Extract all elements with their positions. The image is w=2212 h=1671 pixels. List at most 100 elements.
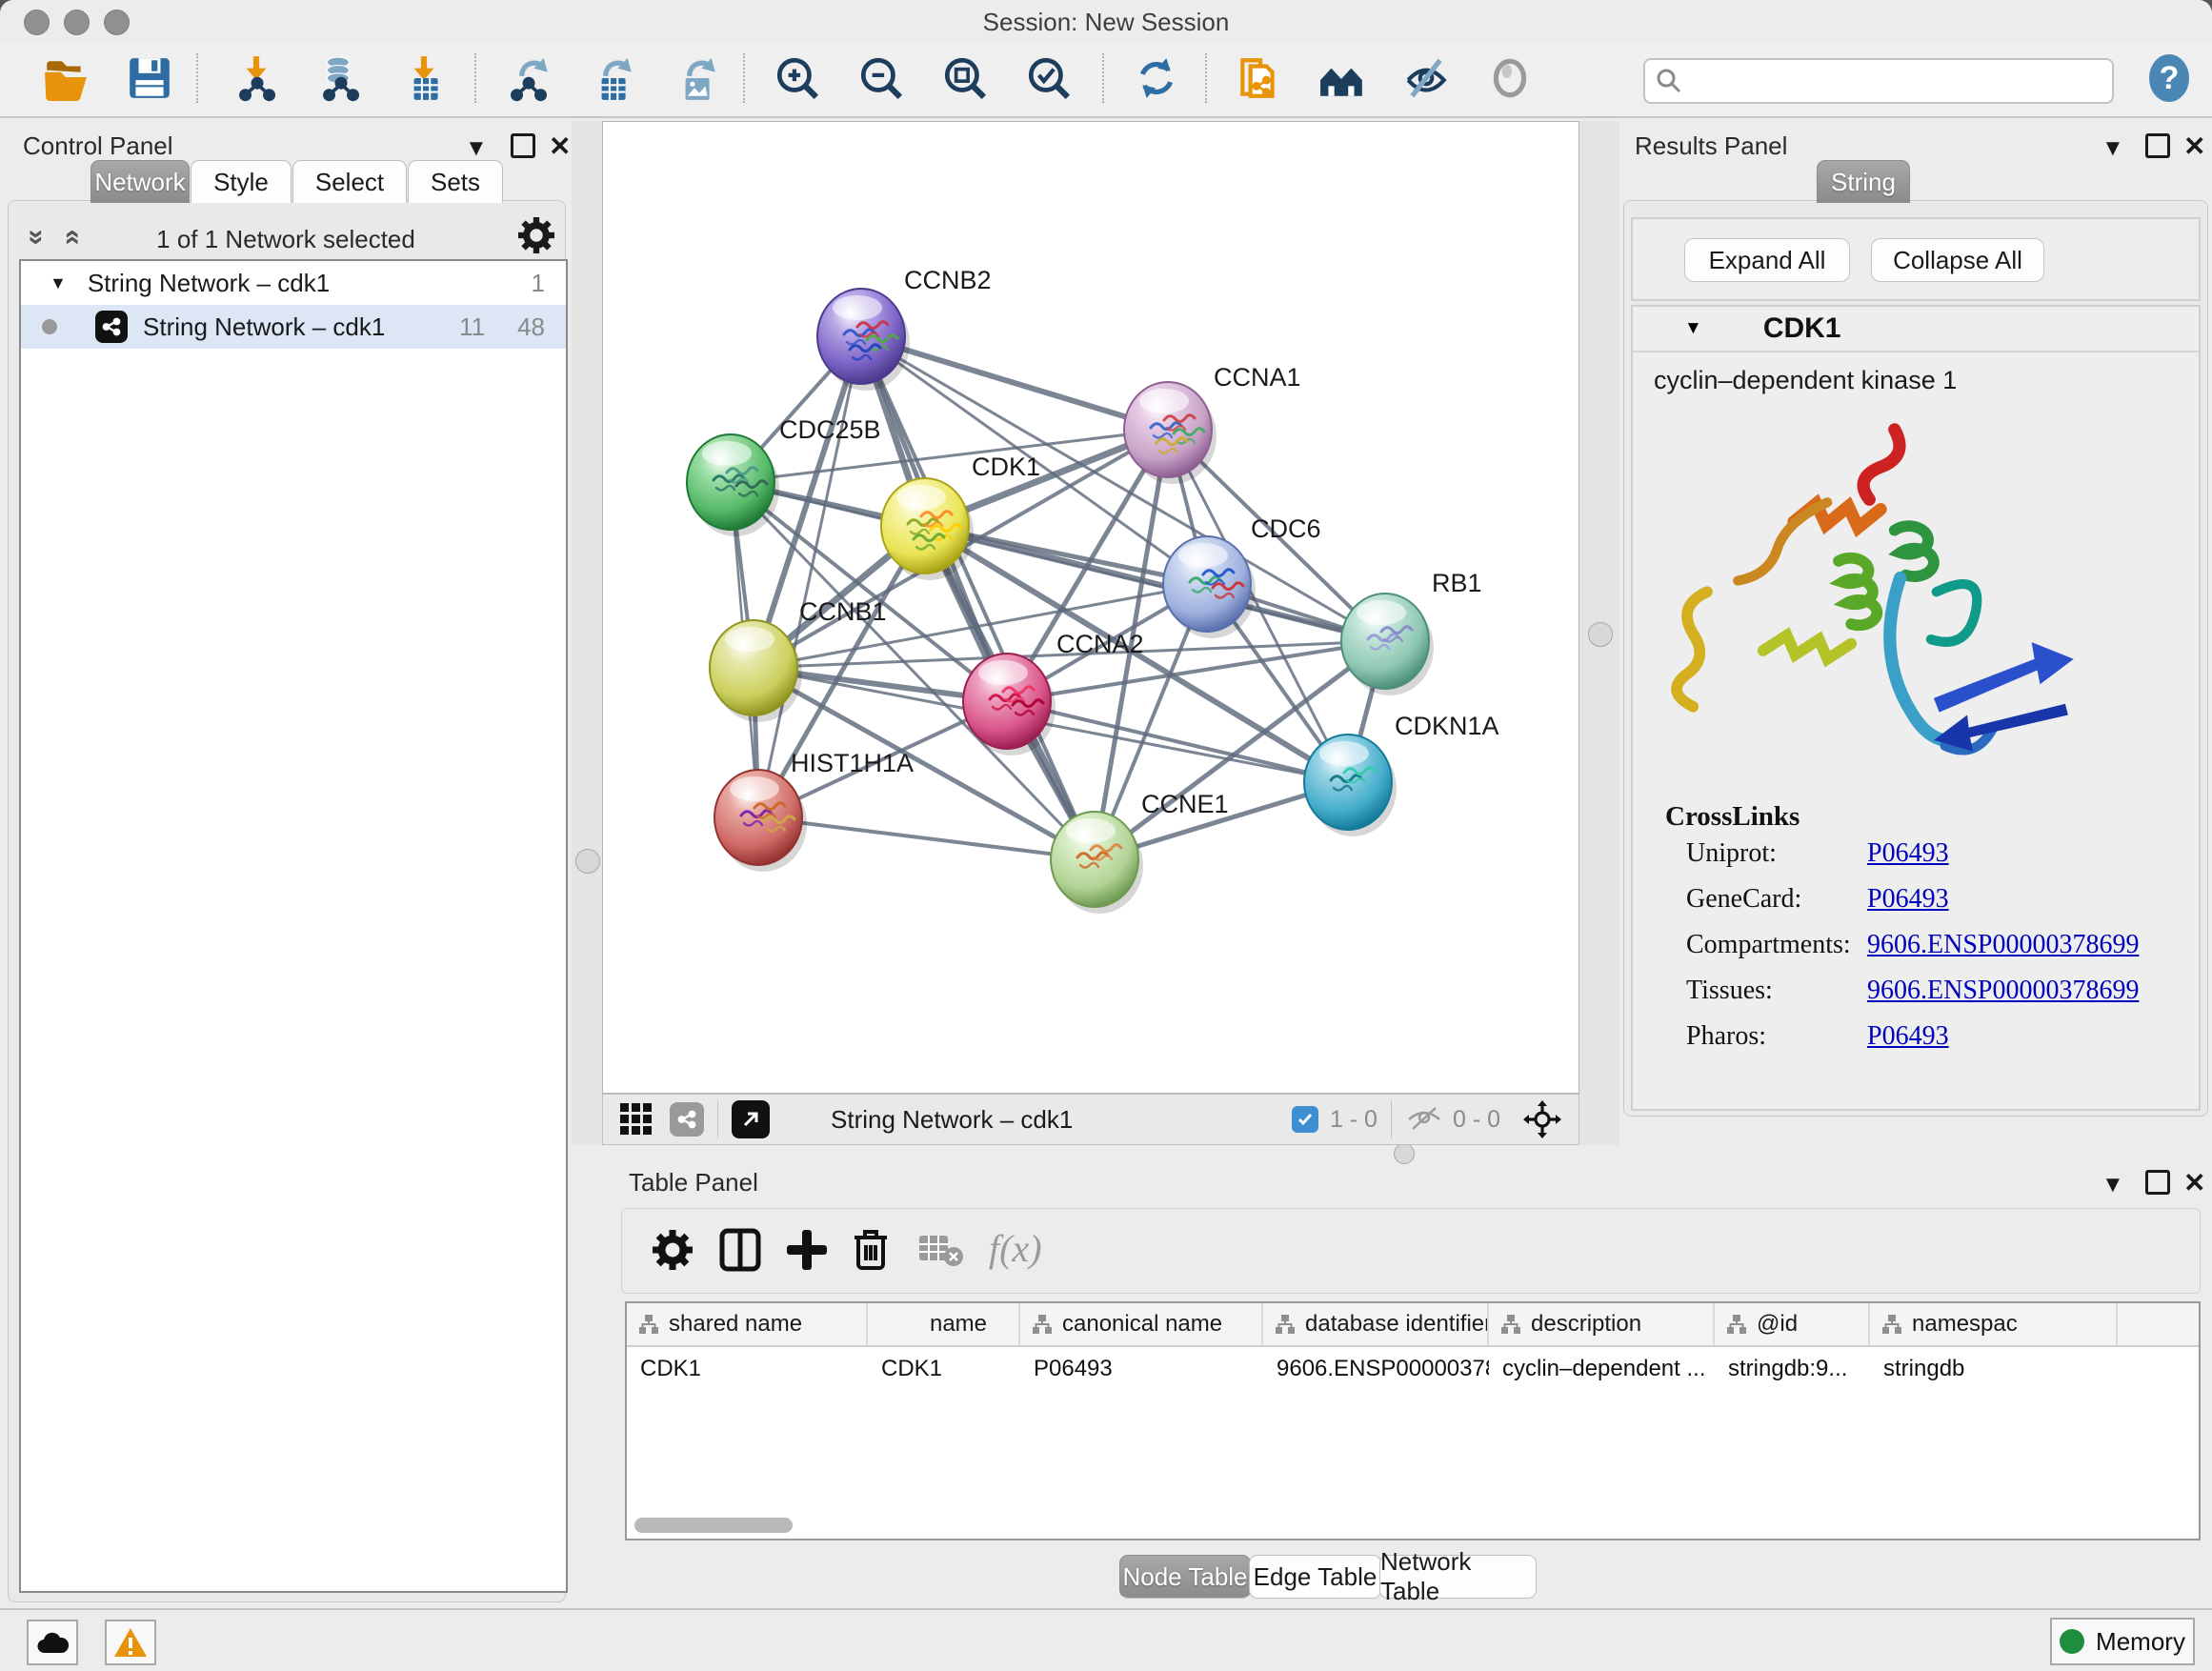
- table-panel-collapse-icon[interactable]: ▼: [2101, 1174, 2124, 1197]
- table-cell: stringdb:9...: [1715, 1347, 1870, 1390]
- search-input[interactable]: [1693, 67, 2112, 95]
- cloud-button[interactable]: [27, 1620, 78, 1665]
- warnings-button[interactable]: [105, 1620, 156, 1665]
- crosslink-link[interactable]: P06493: [1867, 838, 1949, 869]
- results-panel-float-button[interactable]: [2145, 133, 2170, 158]
- results-panel-close-button[interactable]: ✕: [2183, 133, 2205, 160]
- table-horizontal-scrollbar[interactable]: [634, 1518, 793, 1533]
- column-header-canonical-name[interactable]: canonical name: [1020, 1303, 1263, 1345]
- zoom-selected-icon[interactable]: [1021, 50, 1076, 107]
- delete-column-trash-icon[interactable]: [851, 1226, 891, 1272]
- toolbar-separator: [743, 53, 745, 103]
- help-button[interactable]: ?: [2142, 50, 2197, 107]
- control-panel-collapse-icon[interactable]: ▼: [465, 137, 488, 160]
- crosslink-link[interactable]: P06493: [1867, 884, 1949, 915]
- expand-all-button[interactable]: Expand All: [1684, 238, 1850, 282]
- left-splitter[interactable]: [572, 121, 602, 1145]
- results-panel-collapse-icon[interactable]: ▼: [2101, 137, 2124, 160]
- crosslink-link[interactable]: 9606.ENSP00000378699: [1867, 976, 2139, 1006]
- grid-view-icon[interactable]: [620, 1103, 653, 1136]
- crosslink-label: Compartments:: [1686, 930, 1867, 960]
- collapse-all-button[interactable]: Collapse All: [1871, 238, 2044, 282]
- zoom-in-icon[interactable]: [770, 50, 825, 107]
- crosslink-row: Uniprot:P06493: [1686, 838, 2199, 869]
- tab-sets[interactable]: Sets: [408, 160, 503, 203]
- import-table-file-icon[interactable]: [396, 50, 452, 107]
- protein-collapse-icon[interactable]: ▼: [1684, 318, 1702, 339]
- warning-icon: [112, 1626, 149, 1659]
- tab-network[interactable]: Network: [90, 160, 190, 203]
- eye-slash-pen-icon[interactable]: [1398, 50, 1454, 107]
- tab-string[interactable]: String: [1817, 160, 1910, 203]
- expand-all-tree-icon[interactable]: »: [54, 230, 87, 246]
- network-node-CCNB1[interactable]: CCNB1: [710, 597, 887, 722]
- zoom-fit-icon[interactable]: [937, 50, 993, 107]
- network-node-CCNE1[interactable]: CCNE1: [1051, 790, 1229, 914]
- tree-expand-icon[interactable]: ▼: [50, 273, 67, 293]
- collapse-all-tree-icon[interactable]: »: [20, 230, 52, 246]
- open-session-icon[interactable]: [38, 50, 93, 107]
- export-network-icon[interactable]: [500, 50, 555, 107]
- network-node-RB1[interactable]: RB1: [1341, 569, 1482, 695]
- results-panel-title: Results Panel: [1635, 131, 1787, 161]
- control-panel-float-button[interactable]: [511, 133, 535, 158]
- title-bar: Session: New Session: [0, 0, 2212, 42]
- tab-style[interactable]: Style: [191, 160, 292, 203]
- tab-edge-table[interactable]: Edge Table: [1249, 1555, 1381, 1599]
- eye-gray-icon[interactable]: [1482, 50, 1538, 107]
- houses-icon[interactable]: [1315, 50, 1370, 107]
- add-column-icon[interactable]: [786, 1228, 828, 1272]
- right-splitter-handle[interactable]: [1588, 622, 1613, 647]
- column-header--id[interactable]: @id: [1715, 1303, 1870, 1345]
- network-collection-row[interactable]: ▼ String Network – cdk1 1: [21, 261, 566, 305]
- network-node-HIST1H1A[interactable]: HIST1H1A: [714, 749, 914, 872]
- table-panel-close-button[interactable]: ✕: [2183, 1170, 2205, 1197]
- network-row[interactable]: String Network – cdk1 11 48: [21, 305, 566, 349]
- network-canvas[interactable]: CCNB2CCNA1CDC25BCDK1CDC6RB1CCNB1CCNA2CDK…: [602, 121, 1579, 1094]
- tab-node-table[interactable]: Node Table: [1119, 1555, 1251, 1599]
- network-options-gear-icon[interactable]: [518, 217, 554, 253]
- tab-select[interactable]: Select: [292, 160, 407, 203]
- show-columns-icon[interactable]: [719, 1228, 761, 1272]
- memory-status-dot: [2060, 1629, 2084, 1654]
- table-cell: P06493: [1020, 1347, 1263, 1390]
- hidden-eye-slash-icon[interactable]: [1405, 1104, 1443, 1135]
- column-header-namespac[interactable]: namespac: [1870, 1303, 2118, 1345]
- column-header-description[interactable]: description: [1489, 1303, 1715, 1345]
- table-row[interactable]: CDK1CDK1P064939606.ENSP00000378699cyclin…: [627, 1347, 2199, 1390]
- selected-checkbox-icon[interactable]: [1292, 1106, 1318, 1133]
- column-header-shared-name[interactable]: shared name: [627, 1303, 868, 1345]
- netbar-separator: [717, 1100, 718, 1138]
- refresh-icon[interactable]: [1129, 50, 1184, 107]
- network-node-CDKN1A[interactable]: CDKN1A: [1304, 712, 1499, 836]
- bottom-splitter-handle[interactable]: [1394, 1143, 1415, 1164]
- crosslink-link[interactable]: P06493: [1867, 1021, 1949, 1052]
- control-panel-close-button[interactable]: ✕: [549, 133, 571, 160]
- delete-table-icon[interactable]: [919, 1232, 963, 1268]
- export-image-icon[interactable]: [668, 50, 723, 107]
- memory-button[interactable]: Memory: [2050, 1618, 2195, 1665]
- zoom-out-icon[interactable]: [854, 50, 909, 107]
- network-node-CCNB2[interactable]: CCNB2: [817, 266, 992, 391]
- table-panel-float-button[interactable]: [2145, 1170, 2170, 1195]
- birds-eye-view-icon[interactable]: [732, 1100, 770, 1138]
- string-network-icon: [95, 311, 128, 343]
- tab-network-table[interactable]: Network Table: [1379, 1555, 1537, 1599]
- table-gear-icon[interactable]: [653, 1230, 693, 1270]
- network-node-CCNA1[interactable]: CCNA1: [1124, 363, 1301, 484]
- cloud-icon: [35, 1630, 70, 1655]
- pan-crosshair-icon[interactable]: [1523, 1100, 1561, 1138]
- documents-share-icon[interactable]: [1231, 50, 1286, 107]
- node-label: CCNB2: [904, 266, 992, 294]
- share-view-icon[interactable]: [670, 1102, 704, 1137]
- save-session-icon[interactable]: [122, 50, 177, 107]
- left-splitter-handle[interactable]: [575, 849, 600, 874]
- column-header-name[interactable]: name: [868, 1303, 1020, 1345]
- function-builder-icon[interactable]: f(x): [989, 1226, 1042, 1271]
- protein-description: cyclin–dependent kinase 1: [1633, 352, 2199, 395]
- crosslink-link[interactable]: 9606.ENSP00000378699: [1867, 930, 2139, 960]
- import-network-database-icon[interactable]: [312, 50, 368, 107]
- export-table-icon[interactable]: [584, 50, 639, 107]
- import-network-file-icon[interactable]: [229, 50, 284, 107]
- column-header-database-identifier[interactable]: database identifier: [1263, 1303, 1489, 1345]
